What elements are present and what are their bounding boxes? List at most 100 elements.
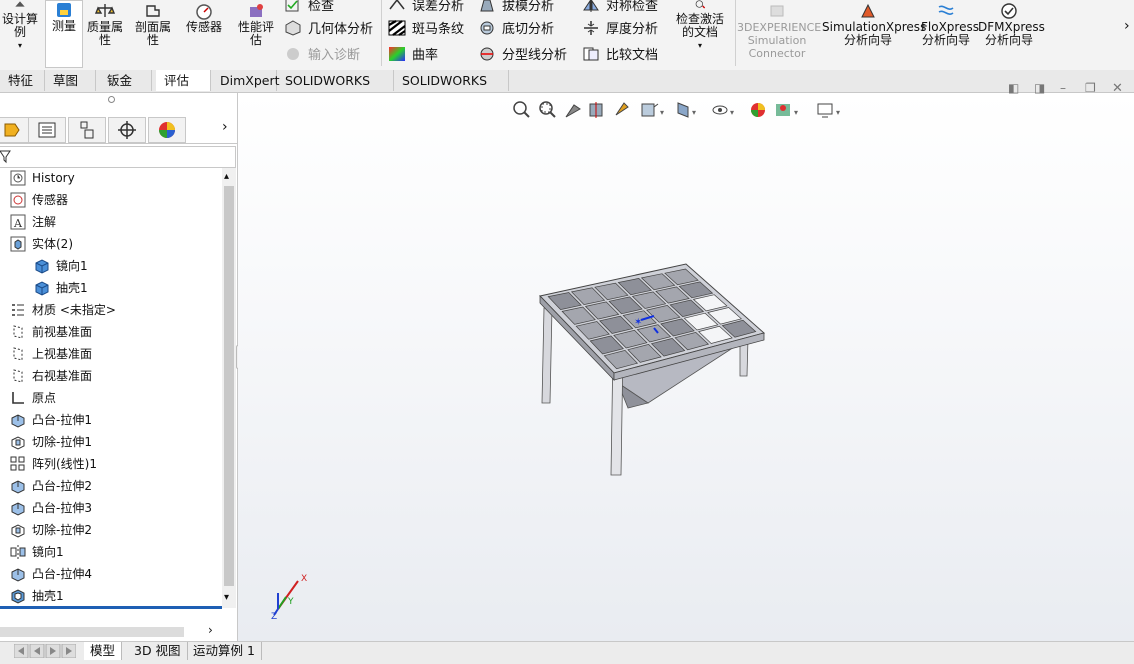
zebra-stripes-button[interactable]: 斑马条纹 bbox=[388, 20, 464, 38]
scroll-down-arrow-icon[interactable]: ▾ bbox=[224, 592, 229, 603]
tab-3d-views[interactable]: 3D 视图 bbox=[128, 642, 188, 660]
sensor-icon bbox=[10, 192, 26, 208]
material-icon bbox=[12, 304, 24, 316]
curvature-button[interactable]: 曲率 bbox=[388, 46, 438, 64]
tree-vertical-scrollbar[interactable]: ▴ ▾ bbox=[222, 168, 236, 608]
tab-motion-study-1[interactable]: 运动算例 1 bbox=[187, 642, 262, 660]
design-study-button[interactable]: 设计算例 ▾ bbox=[0, 0, 40, 52]
tree-item[interactable]: 前视基准面 bbox=[10, 322, 92, 342]
tree-item[interactable]: 凸台-拉伸4 bbox=[10, 564, 92, 584]
history-icon bbox=[10, 170, 26, 186]
tree-item[interactable]: 凸台-拉伸3 bbox=[10, 498, 92, 518]
rollback-bar[interactable] bbox=[0, 606, 222, 609]
thickness-icon bbox=[584, 21, 598, 35]
mass-properties-button[interactable]: 质量属性 bbox=[84, 2, 126, 47]
import-diagnostics-button[interactable]: 输入诊断 bbox=[284, 46, 360, 64]
curvature-label: 曲率 bbox=[412, 48, 439, 63]
draft-analysis-button[interactable]: 拔模分析 bbox=[478, 0, 554, 15]
minimize-icon[interactable]: – bbox=[1060, 81, 1066, 95]
next-pane-icon[interactable]: ◨ bbox=[1034, 81, 1045, 95]
tab-sketch[interactable]: 草图 bbox=[45, 70, 96, 91]
tree-item-label: 注解 bbox=[32, 215, 57, 229]
simulationxpress-icon bbox=[861, 3, 875, 18]
tree-item[interactable]: 切除-拉伸1 bbox=[10, 432, 92, 452]
tree-item[interactable]: History bbox=[10, 168, 75, 188]
linear-pattern-icon bbox=[10, 456, 25, 471]
undercut-analysis-label: 底切分析 bbox=[502, 22, 555, 37]
zoom-to-area-icon bbox=[539, 101, 556, 118]
parting-line-analysis-button[interactable]: 分型线分析 bbox=[478, 46, 567, 64]
mass-properties-label: 质量属性 bbox=[86, 20, 123, 47]
table-hopper-model[interactable]: ✶ bbox=[528, 258, 768, 478]
section-properties-button[interactable]: 剖面属性 bbox=[132, 2, 174, 47]
tree-horizontal-scrollbar[interactable] bbox=[0, 627, 184, 637]
configuration-manager-tab[interactable] bbox=[68, 117, 106, 143]
tree-item[interactable]: 抽壳1 bbox=[10, 586, 64, 606]
scroll-right-arrow-icon[interactable]: › bbox=[208, 623, 213, 637]
tree-item[interactable]: 右视基准面 bbox=[10, 366, 92, 386]
symmetry-check-button[interactable]: 对称检查 bbox=[582, 0, 658, 15]
3dexperience-simulation-connector-button[interactable]: 3DEXPERIENCE Simulation Connector bbox=[737, 2, 821, 60]
filter-bar[interactable] bbox=[0, 146, 236, 168]
tab-scroll-buttons[interactable] bbox=[13, 643, 77, 659]
sensor-button[interactable]: 传感器 bbox=[182, 2, 226, 34]
command-tab-bar: 特征 草图 钣金 评估 DimXpert SOLIDWORKS 插件 SOLID… bbox=[0, 70, 1134, 109]
deviation-analysis-button[interactable]: 误差分析 bbox=[388, 0, 464, 15]
sensor-label: 传感器 bbox=[185, 20, 222, 34]
dimxpert-manager-tab[interactable] bbox=[108, 117, 146, 143]
tab-3d-views-label: 3D 视图 bbox=[134, 643, 181, 658]
property-manager-tab[interactable] bbox=[28, 117, 66, 143]
tab-features[interactable]: 特征 bbox=[0, 70, 45, 91]
geometry-analysis-button[interactable]: 几何体分析 bbox=[284, 20, 373, 38]
tab-solidworks-mbd[interactable]: SOLIDWORKS MBD bbox=[394, 70, 509, 109]
thickness-analysis-button[interactable]: 厚度分析 bbox=[582, 20, 658, 38]
tree-item[interactable]: 传感器 bbox=[10, 190, 68, 210]
tab-model[interactable]: 模型 bbox=[84, 642, 123, 660]
panel-tabs-chevron-right-icon[interactable]: › bbox=[222, 119, 228, 135]
tree-item[interactable]: 镜向1 bbox=[10, 542, 64, 562]
ribbon-overflow-chevron-icon[interactable]: › bbox=[1124, 18, 1130, 34]
tree-item[interactable]: 材质 <未指定> bbox=[10, 300, 116, 320]
compare-documents-button[interactable]: 比较文档 bbox=[582, 46, 658, 64]
previous-view-icon bbox=[565, 104, 581, 118]
dfmxpress-button[interactable]: DFMXpress 分析向导 bbox=[978, 2, 1045, 47]
tree-item-label: 右视基准面 bbox=[32, 369, 93, 383]
tab-evaluate[interactable]: 评估 bbox=[156, 70, 211, 91]
check-button[interactable]: 检查 bbox=[284, 0, 334, 15]
tab-solidworks-addins[interactable]: SOLIDWORKS 插件 bbox=[277, 70, 394, 109]
tab-sheet-metal[interactable]: 钣金 bbox=[99, 70, 152, 91]
scrollbar-thumb[interactable] bbox=[224, 186, 234, 586]
geometry-analysis-icon bbox=[285, 20, 301, 36]
tree-item[interactable]: 抽壳1 bbox=[34, 278, 88, 298]
tree-item[interactable]: A 注解 bbox=[10, 212, 56, 232]
tree-item[interactable]: 阵列(线性)1 bbox=[10, 454, 97, 474]
symmetry-icon bbox=[583, 0, 599, 12]
panel-grip-handle[interactable] bbox=[108, 96, 115, 103]
view-toolbar-icons: ▾ ▾ ▾ ▾ ▾ bbox=[513, 101, 840, 118]
tree-item[interactable]: 原点 bbox=[10, 388, 56, 408]
previous-pane-icon[interactable]: ◧ bbox=[1008, 81, 1019, 95]
graphics-area[interactable]: ▾ ▾ ▾ ▾ ▾ ◧ ◨ – ❐ ✕ ✶ X Y Z bbox=[238, 81, 1134, 641]
simulationxpress-button[interactable]: SimulationXpress 分析向导 bbox=[822, 2, 926, 47]
floxpress-button[interactable]: FloXpress 分析向导 bbox=[918, 2, 979, 47]
restore-icon[interactable]: ❐ bbox=[1085, 81, 1096, 95]
measure-button[interactable]: 测量 bbox=[45, 0, 83, 68]
tree-item[interactable]: 凸台-拉伸1 bbox=[10, 410, 92, 430]
close-icon[interactable]: ✕ bbox=[1112, 81, 1123, 96]
check-active-document-button[interactable]: 检查激活的文档 ▾ bbox=[670, 0, 730, 52]
tree-item-label: 凸台-拉伸2 bbox=[32, 479, 92, 493]
plane-icon bbox=[13, 369, 23, 383]
tree-item[interactable]: 切除-拉伸2 bbox=[10, 520, 92, 540]
svg-text:✶: ✶ bbox=[634, 317, 642, 328]
tree-item[interactable]: 实体(2) bbox=[10, 234, 73, 254]
tree-item[interactable]: 上视基准面 bbox=[10, 344, 92, 364]
origin-icon bbox=[12, 392, 24, 404]
tree-item[interactable]: 镜向1 bbox=[34, 256, 88, 276]
performance-evaluation-button[interactable]: 性能评估 bbox=[234, 2, 278, 47]
curvature-icon bbox=[389, 47, 405, 61]
tree-item[interactable]: 凸台-拉伸2 bbox=[10, 476, 92, 496]
tab-dimxpert[interactable]: DimXpert bbox=[212, 70, 280, 91]
undercut-analysis-button[interactable]: 底切分析 bbox=[478, 20, 554, 38]
display-manager-tab[interactable] bbox=[148, 117, 186, 143]
scroll-up-arrow-icon[interactable]: ▴ bbox=[224, 171, 229, 182]
